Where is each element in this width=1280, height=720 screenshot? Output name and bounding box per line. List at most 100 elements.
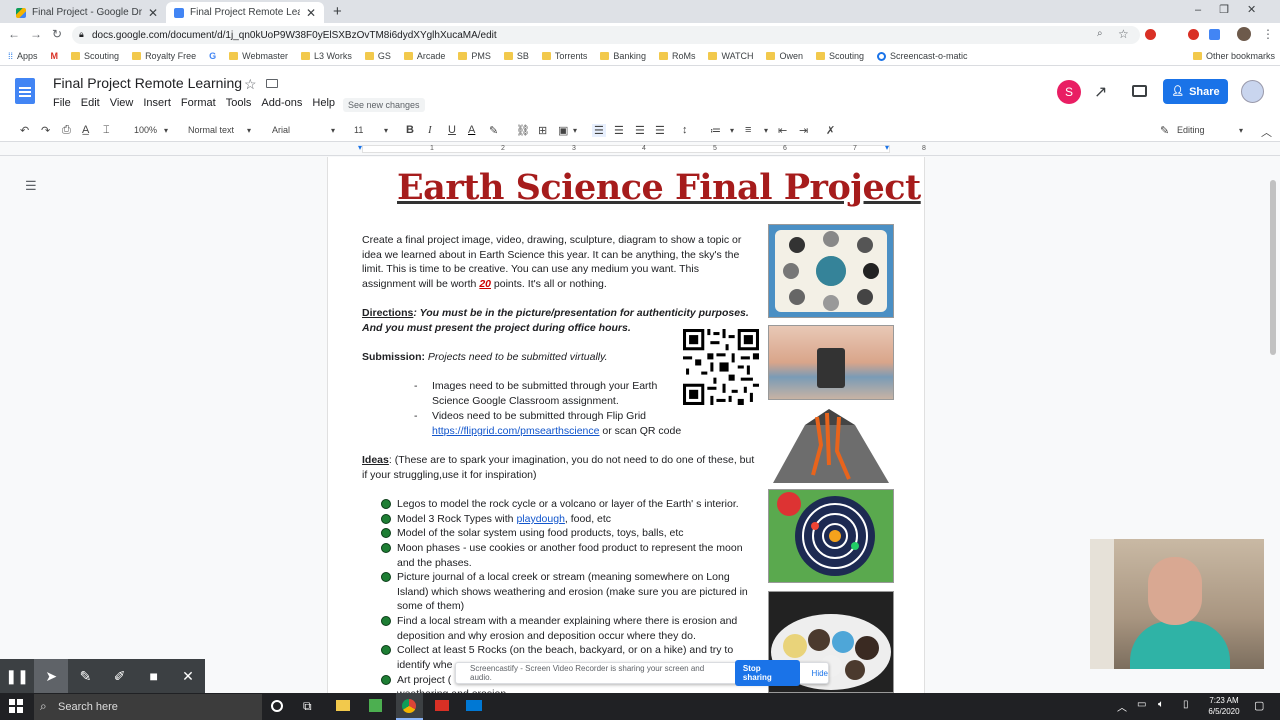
hide-button[interactable]: Hide <box>812 669 828 678</box>
other-bookmarks[interactable]: Other bookmarks <box>1193 51 1275 61</box>
bookmark-item[interactable]: Arcade <box>403 51 445 61</box>
tray-arrow-icon[interactable]: ︿ <box>1117 699 1127 714</box>
tab-final-project-doc[interactable]: Final Project Remote Learning - G ✕ <box>166 2 324 23</box>
clock[interactable]: 7:23 AM 6/5/2020 <box>1203 695 1245 717</box>
bookmark-item[interactable]: Torrents <box>541 51 587 61</box>
font-select[interactable]: Arial <box>272 125 290 135</box>
highlight-icon[interactable]: ✎ <box>489 124 498 137</box>
bulleted-list-icon[interactable]: ≡ <box>745 124 751 136</box>
spellcheck-icon[interactable]: A̲ <box>82 124 89 136</box>
zoom-icon[interactable]: ⌕ <box>1097 28 1103 39</box>
bookmark-item[interactable]: WATCH <box>708 51 753 61</box>
network-icon[interactable]: ▭ <box>1137 699 1146 710</box>
collaborator-avatar[interactable]: S <box>1057 80 1081 104</box>
windows-start-icon[interactable] <box>9 699 23 713</box>
google-bookmark[interactable]: G <box>209 51 216 61</box>
bookmark-item[interactable]: Royalty Free <box>132 51 196 61</box>
activity-trend-icon[interactable]: ↗ <box>1094 82 1107 102</box>
indent-marker[interactable]: ▾ <box>358 143 362 152</box>
gmail-taskbar-icon[interactable] <box>435 700 449 711</box>
menu-edit[interactable]: Edit <box>81 97 100 109</box>
bookmark-item[interactable]: Banking <box>600 51 646 61</box>
docs-home-icon[interactable] <box>15 78 35 104</box>
move-folder-icon[interactable] <box>266 79 278 88</box>
bookmark-item[interactable]: PMS <box>458 51 491 61</box>
clear-formatting-icon[interactable]: ✗ <box>826 124 835 137</box>
comment-add-icon[interactable]: ⊞ <box>538 124 547 137</box>
indent-marker[interactable]: ▾ <box>885 143 889 152</box>
account-avatar[interactable] <box>1241 80 1264 103</box>
bookmark-item[interactable]: Owen <box>766 51 803 61</box>
camera-icon[interactable]: ■ <box>137 659 171 693</box>
bookmark-item[interactable]: L3 Works <box>300 51 352 61</box>
file-explorer-icon[interactable] <box>336 700 350 711</box>
menu-addons[interactable]: Add-ons <box>261 97 302 109</box>
address-bar[interactable]: 🔒︎ docs.google.com/document/d/1j_qn0kUoP… <box>72 26 1140 44</box>
volume-icon[interactable]: 🔈︎ <box>1158 699 1164 710</box>
outline-icon[interactable]: ☰ <box>25 178 37 194</box>
redo-icon[interactable]: ↷ <box>41 124 50 137</box>
menu-file[interactable]: File <box>53 97 71 109</box>
bookmark-star-icon[interactable]: ☆ <box>1118 27 1129 41</box>
flipgrid-link[interactable]: https://flipgrid.com/pmsearthscience <box>432 425 600 437</box>
comments-icon[interactable] <box>1132 85 1147 97</box>
close-tab-icon[interactable]: ✕ <box>148 6 158 20</box>
forward-icon[interactable]: → <box>30 27 42 41</box>
align-right-icon[interactable]: ☰ <box>635 124 645 137</box>
bookmark-item[interactable]: SB <box>503 51 529 61</box>
font-size-select[interactable]: 11 <box>354 125 363 135</box>
align-center-icon[interactable]: ☰ <box>614 124 624 137</box>
task-view-icon[interactable]: ⧉ <box>303 699 312 714</box>
undo-icon[interactable]: ↶ <box>20 124 29 137</box>
menu-format[interactable]: Format <box>181 97 216 109</box>
bold-icon[interactable]: B <box>406 124 414 136</box>
cursor-icon[interactable]: ➤ <box>34 659 69 693</box>
image-icon[interactable]: ▣ <box>558 124 568 137</box>
style-select[interactable]: Normal text <box>188 125 234 135</box>
document-title[interactable]: Final Project Remote Learning <box>53 75 242 91</box>
reload-icon[interactable]: ↻ <box>52 27 62 41</box>
bookmark-item[interactable]: Screencast-o-matic <box>877 51 968 61</box>
print-icon[interactable]: ⎙ <box>62 124 71 137</box>
underline-icon[interactable]: U <box>448 124 456 136</box>
collapse-toolbar-icon[interactable]: ︿ <box>1261 124 1272 140</box>
link-icon[interactable]: ⛓ <box>516 124 530 137</box>
back-icon[interactable]: ← <box>8 27 20 41</box>
bookmark-item[interactable]: Scouting <box>815 51 864 61</box>
line-spacing-icon[interactable]: ↕ <box>682 124 688 136</box>
store-icon[interactable] <box>369 699 382 712</box>
bookmark-apps[interactable]: ⁞⁞ Apps <box>8 51 38 61</box>
stop-sharing-button[interactable]: Stop sharing <box>734 660 800 686</box>
bookmark-item[interactable]: RoMs <box>658 51 695 61</box>
zoom-select[interactable]: 100% <box>134 125 157 135</box>
paint-format-icon[interactable]: ⌶ <box>103 124 110 137</box>
close-tab-icon[interactable]: ✕ <box>306 6 316 20</box>
tab-google-drive[interactable]: Final Project - Google Drive ✕ <box>8 2 166 23</box>
notifications-icon[interactable]: ▢ <box>1254 699 1264 712</box>
pen-icon[interactable]: ✎ <box>68 659 102 693</box>
cortana-icon[interactable] <box>271 700 283 712</box>
battery-icon[interactable]: ▯ <box>1183 699 1189 710</box>
increase-indent-icon[interactable]: ⇥ <box>799 124 808 137</box>
text-color-icon[interactable]: A <box>468 124 475 136</box>
bookmark-item[interactable]: Scouting <box>71 51 119 61</box>
new-tab-button[interactable]: + <box>333 3 342 20</box>
phone-sunset-image[interactable] <box>768 325 894 400</box>
window-controls[interactable]: –❐✕ <box>1195 3 1274 16</box>
scrollbar-thumb[interactable] <box>1270 180 1276 355</box>
numbered-list-icon[interactable]: ≔ <box>710 124 721 137</box>
menu-insert[interactable]: Insert <box>143 97 171 109</box>
bookmark-item[interactable]: GS <box>364 51 391 61</box>
italic-icon[interactable]: I <box>428 124 432 136</box>
solar-system-plate-image[interactable] <box>768 489 894 583</box>
star-icon[interactable]: ☆ <box>244 76 257 93</box>
align-left-icon[interactable]: ☰ <box>592 124 606 137</box>
menu-tools[interactable]: Tools <box>226 97 252 109</box>
highlighter-icon[interactable]: ✐ <box>103 659 137 693</box>
pause-icon[interactable]: ❚❚ <box>0 659 34 693</box>
justify-icon[interactable]: ☰ <box>655 124 665 137</box>
gmail-bookmark[interactable]: M <box>51 51 59 61</box>
share-button[interactable]: 👤︎ Share <box>1163 79 1228 104</box>
lego-volcano-image[interactable] <box>765 405 894 487</box>
taskbar-search[interactable]: ⌕ Search here <box>34 694 262 720</box>
